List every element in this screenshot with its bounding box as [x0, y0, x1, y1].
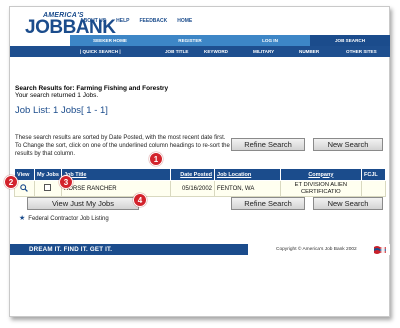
- col-job-location-link[interactable]: Job Location: [217, 172, 251, 178]
- secondary-nav: | QUICK SEARCH | JOB TITLE KEYWORD MILIT…: [10, 46, 390, 57]
- subnav-number[interactable]: NUMBER: [299, 46, 319, 57]
- page-frame: AMERICA'S JOBBANK ABOUT US HELP FEEDBACK…: [4, 6, 390, 317]
- results-title: Search Results for: Farming Fishing and …: [15, 85, 169, 92]
- copyright-text: Copyright © America's Job Bank 2002: [276, 247, 357, 252]
- col-company-link[interactable]: Company: [308, 172, 333, 178]
- refine-search-button-top[interactable]: Refine Search: [231, 138, 305, 151]
- col-job-title[interactable]: Job Title: [60, 168, 172, 181]
- my-jobs-cell: [33, 180, 62, 197]
- col-job-location[interactable]: Job Location: [214, 168, 281, 181]
- col-company[interactable]: Company: [279, 168, 363, 181]
- view-just-my-jobs-button[interactable]: View Just My Jobs: [27, 197, 139, 210]
- footer-slogan: DREAM IT. FIND IT. GET IT.: [29, 246, 113, 253]
- top-nav-about-us[interactable]: ABOUT US: [80, 18, 106, 24]
- top-nav: ABOUT US HELP FEEDBACK HOME: [80, 18, 192, 24]
- nav-seeker-home[interactable]: SEEKER HOME: [70, 35, 150, 46]
- federal-contractor-note: ★ Federal Contractor Job Listing: [19, 214, 109, 222]
- col-fcjl: FCJL: [361, 168, 386, 181]
- refine-search-button-bottom[interactable]: Refine Search: [231, 197, 305, 210]
- col-date-posted-link[interactable]: Date Posted: [180, 172, 212, 178]
- new-search-button-top[interactable]: New Search: [313, 138, 383, 151]
- col-date-posted[interactable]: Date Posted: [170, 168, 216, 181]
- subnav-quick-search[interactable]: | QUICK SEARCH |: [80, 46, 121, 57]
- callout-3: 3: [59, 175, 73, 189]
- top-nav-help[interactable]: HELP: [116, 18, 129, 24]
- callout-1: 1: [149, 152, 163, 166]
- nav-register[interactable]: REGISTER: [150, 35, 230, 46]
- star-icon: ★: [19, 215, 26, 222]
- company-cell: ET DIVISION ALIEN CERTIFICATIO: [279, 180, 363, 197]
- job-title-cell[interactable]: HORSE RANCHER: [60, 180, 172, 197]
- my-jobs-checkbox[interactable]: [44, 184, 52, 191]
- subnav-other-sites[interactable]: OTHER SITES: [346, 46, 377, 57]
- callout-2: 2: [4, 175, 18, 189]
- job-list-summary: Job List: 1 Jobs[ 1 - 1]: [15, 105, 108, 116]
- primary-nav: SEEKER HOME REGISTER LOG IN JOB SEARCH: [70, 35, 390, 46]
- top-nav-feedback[interactable]: FEEDBACK: [139, 18, 167, 24]
- callout-4: 4: [133, 193, 147, 207]
- nav-log-in[interactable]: LOG IN: [230, 35, 310, 46]
- fcjl-cell: [361, 180, 386, 197]
- sort-help-text: These search results are sorted by Date …: [15, 135, 230, 157]
- federal-contractor-text: Federal Contractor Job Listing: [28, 216, 109, 222]
- job-location-cell: FENTON, WA: [214, 180, 281, 197]
- top-nav-home[interactable]: HOME: [177, 18, 192, 24]
- flag-icon: [374, 246, 386, 254]
- subnav-job-title[interactable]: JOB TITLE: [165, 46, 188, 57]
- subnav-military[interactable]: MILITARY: [253, 46, 274, 57]
- col-my-jobs: My Jobs: [33, 168, 62, 181]
- date-posted-cell: 05/16/2002: [170, 180, 216, 197]
- new-search-button-bottom[interactable]: New Search: [313, 197, 383, 210]
- results-header: Search Results for: Farming Fishing and …: [15, 85, 387, 116]
- magnifier-icon[interactable]: [20, 183, 29, 192]
- subnav-keyword[interactable]: KEYWORD: [204, 46, 228, 57]
- results-count: Your search returned 1 Jobs.: [15, 92, 99, 99]
- nav-job-search[interactable]: JOB SEARCH: [310, 35, 390, 46]
